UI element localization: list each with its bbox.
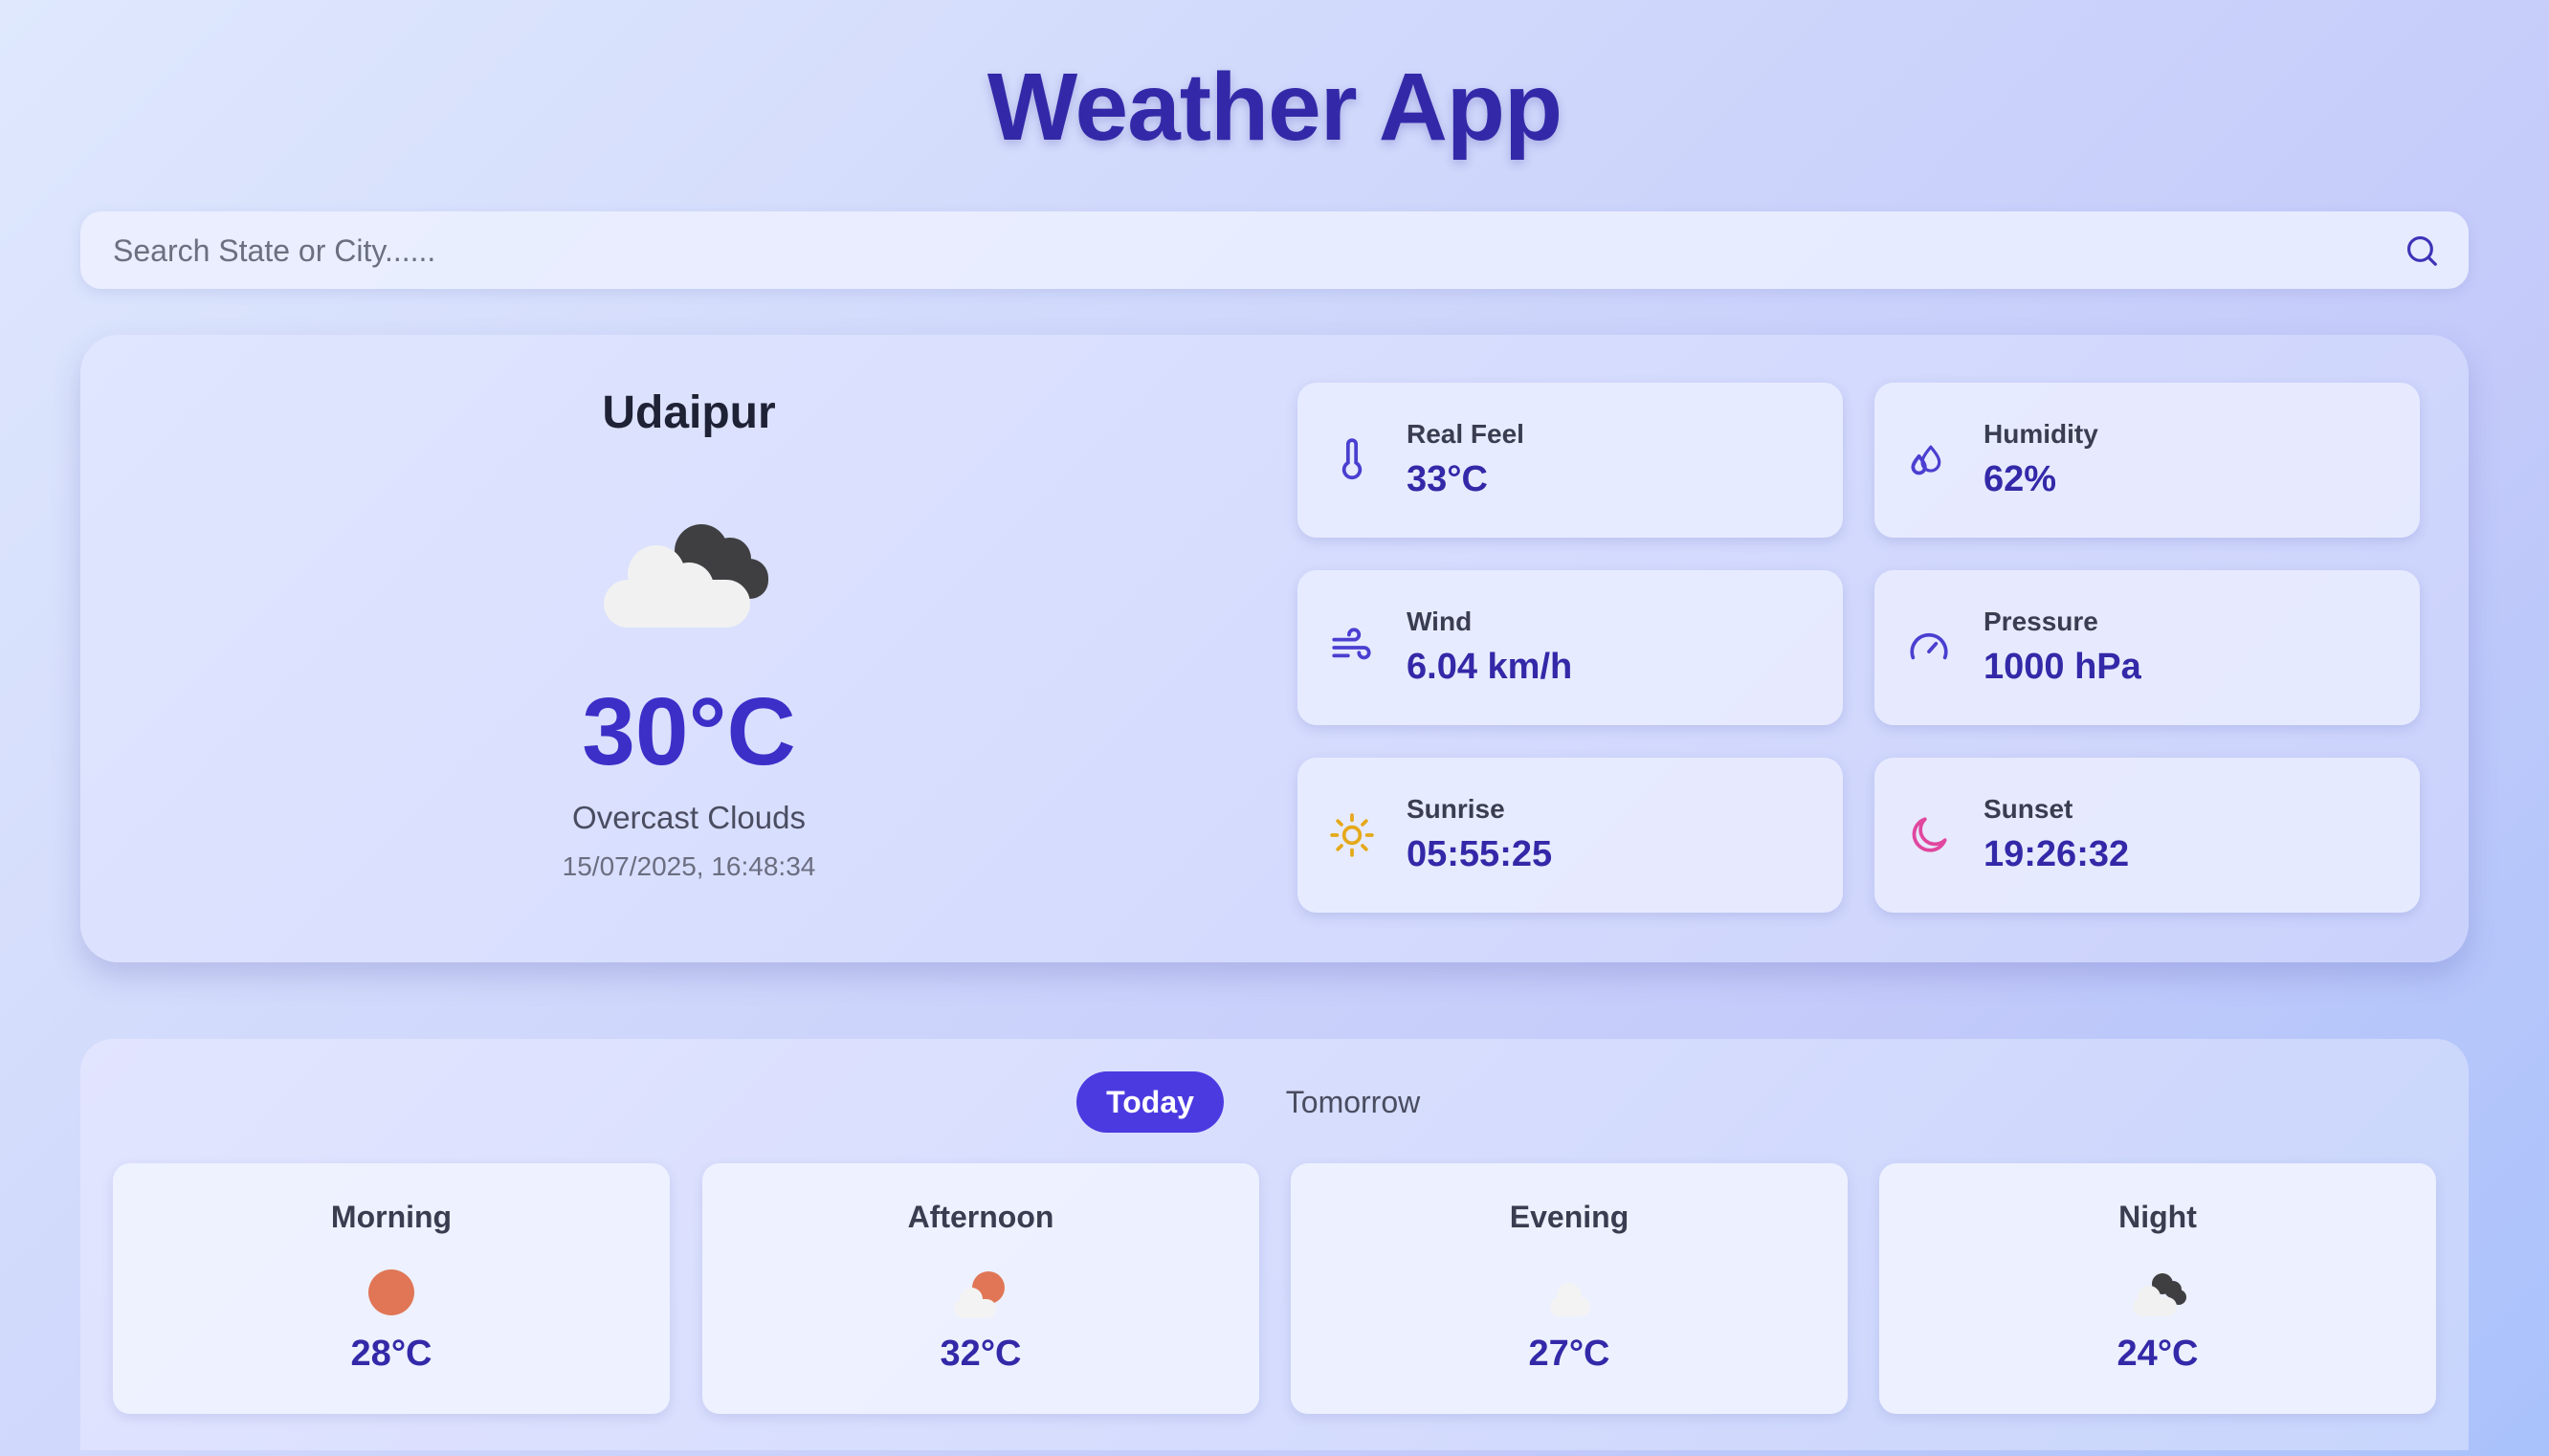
period-name: Afternoon xyxy=(907,1200,1054,1234)
stat-label: Wind xyxy=(1407,607,1473,636)
cloud-icon xyxy=(1550,1283,1590,1316)
stat-label: Real Feel xyxy=(1407,419,1524,449)
current-weather-panel: Udaipur 30°C Overcast Clouds 15/07/2025,… xyxy=(80,335,1297,962)
gauge-icon xyxy=(1910,632,1948,660)
forecast-card-afternoon: Afternoon 32°C xyxy=(702,1163,1259,1414)
weather-description: Overcast Clouds xyxy=(572,800,806,835)
stat-card-humidity: Humidity 62% xyxy=(1874,383,2420,538)
period-name: Evening xyxy=(1509,1200,1629,1234)
forecast-card-morning: Morning 28°C xyxy=(113,1163,670,1414)
current-datetime: 15/07/2025, 16:48:34 xyxy=(562,851,816,881)
current-temperature: 30°C xyxy=(582,678,796,785)
tab-tomorrow[interactable]: Tomorrow xyxy=(1267,1071,1439,1133)
stat-card-sunset: Sunset 19:26:32 xyxy=(1874,758,2420,913)
forecast-card-night: Night 24°C xyxy=(1879,1163,2436,1414)
stat-label: Sunrise xyxy=(1407,794,1505,824)
forecast-section: Today Tomorrow Morning 28°C Afternoon 32… xyxy=(80,1039,2469,1450)
tab-today[interactable]: Today xyxy=(1076,1071,1224,1133)
stat-value: 1000 hPa xyxy=(1984,647,2141,687)
thermometer-icon xyxy=(1341,438,1363,480)
forecast-card-evening: Evening 27°C xyxy=(1291,1163,1848,1414)
wind-icon xyxy=(1332,628,1371,660)
stat-label: Pressure xyxy=(1984,607,2098,636)
stat-card-sunrise: Sunrise 05:55:25 xyxy=(1297,758,1843,913)
clear-sun-icon xyxy=(368,1269,414,1315)
period-temperature: 28°C xyxy=(350,1334,432,1374)
search-icon[interactable] xyxy=(2404,232,2440,269)
stat-label: Sunset xyxy=(1984,794,2073,824)
moon-icon xyxy=(1912,817,1947,852)
overcast-clouds-icon xyxy=(604,524,768,628)
period-name: Morning xyxy=(330,1200,453,1234)
stat-card-wind: Wind 6.04 km/h xyxy=(1297,570,1843,725)
droplets-icon xyxy=(1911,445,1941,475)
search-input[interactable] xyxy=(111,211,2392,291)
stat-value: 62% xyxy=(1984,459,2057,499)
app-title: Weather App xyxy=(986,54,1563,161)
period-temperature: 32°C xyxy=(940,1334,1022,1374)
stat-value: 05:55:25 xyxy=(1407,834,1553,874)
stat-value: 6.04 km/h xyxy=(1407,647,1573,687)
stat-card-pressure: Pressure 1000 hPa xyxy=(1874,570,2420,725)
stat-card-real-feel: Real Feel 33°C xyxy=(1297,383,1843,538)
stat-value: 19:26:32 xyxy=(1984,834,2130,874)
sun-icon xyxy=(1330,813,1374,857)
stat-label: Humidity xyxy=(1984,419,2098,449)
stat-value: 33°C xyxy=(1407,459,1488,499)
partly-cloudy-icon xyxy=(954,1271,1005,1318)
period-temperature: 27°C xyxy=(1528,1334,1610,1374)
period-temperature: 24°C xyxy=(2117,1334,2199,1374)
broken-clouds-icon xyxy=(2133,1273,2186,1316)
search-bar xyxy=(80,211,2469,291)
city-name: Udaipur xyxy=(602,387,776,438)
current-weather-card: Udaipur 30°C Overcast Clouds 15/07/2025,… xyxy=(80,335,2469,962)
period-name: Night xyxy=(2118,1200,2197,1234)
